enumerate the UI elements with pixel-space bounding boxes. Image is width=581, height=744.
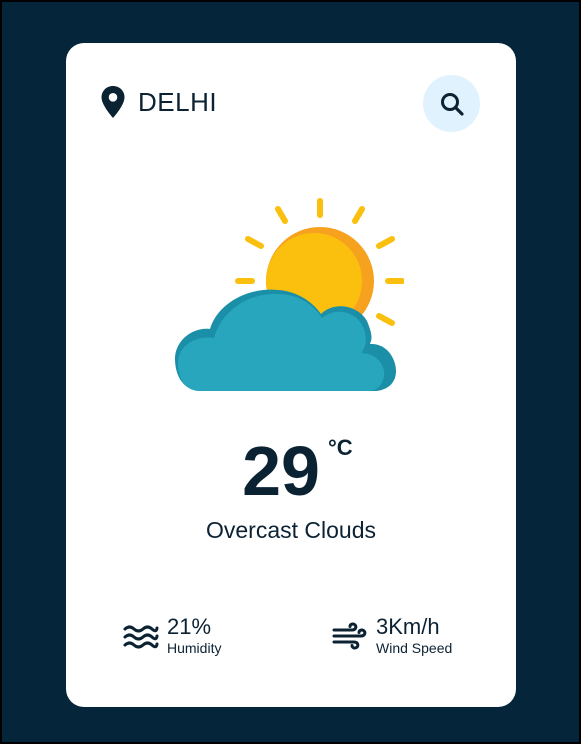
map-pin-icon xyxy=(101,86,125,118)
sun-behind-cloud-icon xyxy=(175,198,404,391)
wind-stat: 3Km/h Wind Speed xyxy=(332,615,452,657)
wind-speed-value: 3Km/h xyxy=(376,614,440,639)
humidity-label: Humidity xyxy=(167,640,222,656)
temperature-value: 29 xyxy=(242,432,320,510)
app-background: DELHI 29 °C Overcast Clouds 21% Humidity… xyxy=(2,2,579,742)
city-name: DELHI xyxy=(138,87,218,117)
temperature-unit: °C xyxy=(328,435,353,460)
search-icon xyxy=(440,92,464,116)
humidity-stat: 21% Humidity xyxy=(123,615,221,657)
location: DELHI xyxy=(100,85,217,119)
search-button[interactable] xyxy=(423,75,480,132)
humidity-waves-icon xyxy=(123,625,159,649)
wind-speed-label: Wind Speed xyxy=(376,640,453,656)
weather-description: Overcast Clouds xyxy=(205,517,376,543)
wind-icon xyxy=(332,622,367,650)
temperature-row: 29 xyxy=(66,435,516,507)
humidity-value: 21% xyxy=(167,614,212,639)
weather-card: DELHI 29 °C Overcast Clouds 21% Humidity… xyxy=(66,43,516,707)
